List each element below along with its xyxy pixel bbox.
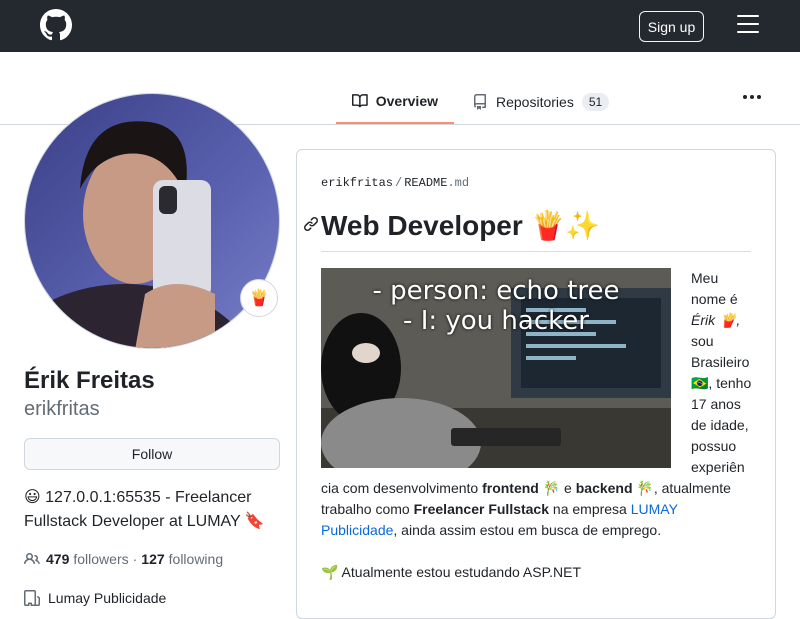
following-label[interactable]: following [169,551,223,567]
sign-up-button[interactable]: Sign up [639,11,704,42]
github-logo-icon[interactable] [40,9,72,41]
intro-line: experiên [691,459,745,475]
book-icon [352,94,368,108]
following-count[interactable]: 127 [141,551,164,567]
repositories-count-badge: 51 [581,93,610,111]
hacker-gif-image: - person: echo tree - I: you hacker [321,268,671,468]
intro-line: Meu [691,270,719,286]
readme-box: erikfritas / README.md Web Developer 🍟✨ - … [296,149,776,619]
link-icon[interactable] [303,216,319,232]
intro-line: Érik 🍟, [691,312,741,328]
followers-label[interactable]: followers [73,551,128,567]
tab-repositories[interactable]: Repositories 51 [456,80,626,124]
intro-line: Brasileiro [691,354,750,370]
intro-line: 🇧🇷, tenho [691,375,752,391]
para-bold-backend: backend [575,480,633,496]
readme-intro-side-text: Meu nome é Érik 🍟, sou Brasileiro 🇧🇷, te… [691,268,761,478]
readme-path: erikfritas / README.md [321,176,469,190]
para-text: 🎋 e [538,480,576,496]
readme-owner-link[interactable]: erikfritas [321,176,393,190]
para-text: na empresa [549,501,631,517]
intro-line: de idade, [691,417,749,433]
organization-item: Lumay Publicidade [24,590,166,606]
readme-file-name: README [404,176,448,190]
avatar[interactable] [24,93,280,349]
readme-heading: Web Developer 🍟✨ [321,208,751,252]
avatar-photo [25,94,279,348]
organization-name: Lumay Publicidade [48,590,167,606]
organization-icon [24,590,40,606]
profile-bio: 😃 127.0.0.1:65535 - Freelancer Fullstack… [24,486,280,534]
tab-repositories-label: Repositories [496,94,574,110]
path-separator: / [395,176,403,190]
followers-count[interactable]: 479 [46,551,69,567]
menu-icon[interactable] [737,15,759,37]
readme-file-ext: .md [447,176,470,190]
para-text: cia com desenvolvimento [321,480,483,496]
tab-overview[interactable]: Overview [336,80,454,124]
repo-icon [474,94,486,110]
gif-caption-line-2: - I: you hacker [403,306,589,336]
intro-line: 17 anos [691,396,741,412]
more-options-icon[interactable] [740,87,764,107]
intro-line: possuo [691,438,737,454]
intro-line: nome é [691,291,738,307]
para-bold-role: Freelancer Fullstack [413,501,550,517]
profile-username: erikfritas [24,398,100,420]
bio-text: 127.0.0.1:65535 - Freelancer Fullstack D… [24,489,252,530]
profile-full-name: Érik Freitas [24,367,155,394]
readme-intro-paragraph: cia com desenvolvimento frontend 🎋 e bac… [321,478,751,541]
para-text: , ainda assim estou em busca de emprego. [393,522,662,538]
gif-caption-line-1: - person: echo tree [372,276,620,306]
people-icon [24,552,40,565]
follow-stats: 479 followers · 127 following [24,551,223,567]
separator-dot: · [132,551,138,567]
follow-button[interactable]: Follow [24,438,280,470]
site-header: Sign up [0,0,800,52]
tab-overview-label: Overview [375,93,438,109]
intro-line: sou [691,333,714,349]
readme-studying-line: 🌱 Atualmente estou estudando ASP.NET [321,564,582,580]
status-emoji-badge[interactable]: 🍟 [240,279,278,317]
para-bold-frontend: frontend [482,480,539,496]
bookmark-emoji: 🔖 [244,513,265,530]
bio-emoji: 😃 [24,489,41,506]
